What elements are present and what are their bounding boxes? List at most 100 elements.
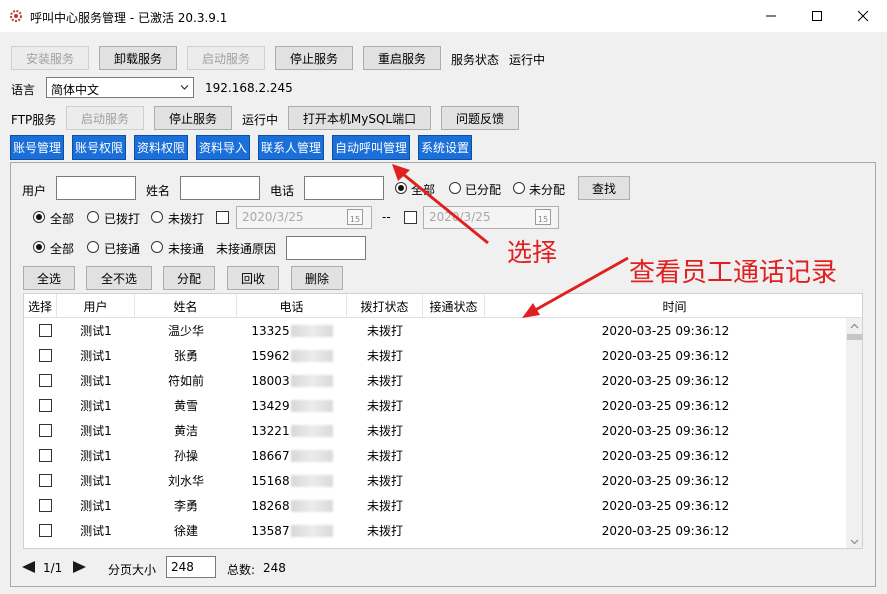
- ftp-stop-button[interactable]: 停止服务: [154, 106, 232, 130]
- cell-user: 测试1: [80, 324, 112, 338]
- search-button[interactable]: 查找: [578, 176, 630, 200]
- cell-conn-status: [423, 493, 485, 518]
- date-to-checkbox[interactable]: [404, 211, 417, 224]
- select-none-button[interactable]: 全不选: [86, 266, 152, 290]
- row-select-checkbox[interactable]: [39, 499, 52, 512]
- tab-contact-management[interactable]: 联系人管理: [258, 135, 324, 160]
- cell-conn-status: [423, 318, 485, 343]
- window-title: 呼叫中心服务管理 - 已激活 20.3.9.1: [30, 11, 228, 25]
- table-row[interactable]: 测试1 黄洁 13221 未拨打 2020-03-25 09:36:12: [24, 418, 846, 443]
- table-row[interactable]: 测试1 孙操 18667 未拨打 2020-03-25 09:36:12: [24, 443, 846, 468]
- next-page-arrow-icon[interactable]: [72, 560, 87, 574]
- select-all-button[interactable]: 全选: [23, 266, 75, 290]
- tab-data-import[interactable]: 资料导入: [196, 135, 250, 160]
- row-select-checkbox[interactable]: [39, 349, 52, 362]
- date-from-checkbox[interactable]: [216, 211, 229, 224]
- cell-dial-status: 未拨打: [366, 324, 403, 338]
- dial-dialed-label: 已拨打: [104, 212, 141, 226]
- row-select-checkbox[interactable]: [39, 474, 52, 487]
- cell-phone: 13325: [237, 318, 347, 343]
- scroll-thumb[interactable]: [847, 334, 862, 340]
- table-row[interactable]: 测试1 黄雪 13429 未拨打 2020-03-25 09:36:12: [24, 393, 846, 418]
- maximize-button[interactable]: [794, 0, 840, 32]
- close-button[interactable]: [840, 0, 886, 32]
- row-select-checkbox[interactable]: [39, 374, 52, 387]
- row-select-checkbox[interactable]: [39, 524, 52, 537]
- header-select[interactable]: 选择: [24, 294, 57, 318]
- open-mysql-port-button[interactable]: 打开本机MySQL端口: [288, 106, 431, 130]
- assign-all-radio[interactable]: [395, 182, 407, 194]
- install-service-button[interactable]: 安装服务: [11, 46, 89, 70]
- row-select-checkbox[interactable]: [39, 324, 52, 337]
- row-select-checkbox[interactable]: [39, 399, 52, 412]
- tab-auto-call-management[interactable]: 自动呼叫管理: [332, 135, 410, 160]
- language-select[interactable]: 简体中文: [46, 77, 194, 98]
- phone-filter-label: 电话: [270, 184, 295, 198]
- prev-page-arrow-icon[interactable]: [21, 560, 36, 574]
- table-row[interactable]: 测试1 符如前 18003 未拨打 2020-03-25 09:36:12: [24, 368, 846, 393]
- row-select-checkbox[interactable]: [39, 449, 52, 462]
- scroll-down-arrow-icon[interactable]: [850, 539, 859, 545]
- cell-time: 2020-03-25 09:36:12: [601, 348, 730, 363]
- uninstall-service-button[interactable]: 卸载服务: [99, 46, 177, 70]
- calendar-icon[interactable]: 15: [535, 209, 551, 225]
- cell-dial-status: 未拨打: [366, 524, 403, 538]
- tab-account-permissions[interactable]: 账号权限: [72, 135, 126, 160]
- header-name[interactable]: 姓名: [135, 294, 237, 318]
- conn-connected-radio[interactable]: [87, 241, 99, 253]
- minimize-icon: [766, 15, 776, 17]
- cell-phone-prefix: 13429: [251, 398, 290, 413]
- cell-phone: 18268: [237, 493, 347, 518]
- cell-phone: 13429: [237, 393, 347, 418]
- user-filter-input[interactable]: [56, 176, 136, 200]
- call-records-table: 选择 用户 姓名 电话 拨打状态 接通状态 时间 测试1 温少华 13325 未拨打 2…: [23, 293, 863, 549]
- cell-dial-status: 未拨打: [366, 399, 403, 413]
- phone-filter-input[interactable]: [304, 176, 384, 200]
- table-header: 选择 用户 姓名 电话 拨打状态 接通状态 时间: [24, 294, 862, 318]
- vertical-scrollbar[interactable]: [846, 318, 862, 548]
- unconnected-reason-input[interactable]: [286, 236, 366, 260]
- title-bar: 呼叫中心服务管理 - 已激活 20.3.9.1: [0, 0, 887, 32]
- page-size-input[interactable]: 248: [166, 556, 216, 578]
- ftp-start-button[interactable]: 启动服务: [66, 106, 144, 130]
- dial-undialed-radio[interactable]: [151, 211, 163, 223]
- header-time[interactable]: 时间: [485, 294, 862, 318]
- restart-service-button[interactable]: 重启服务: [363, 46, 441, 70]
- assign-assigned-radio[interactable]: [449, 182, 461, 194]
- header-conn-status[interactable]: 接通状态: [423, 294, 485, 318]
- start-service-button[interactable]: 启动服务: [187, 46, 265, 70]
- table-row[interactable]: 测试1 徐建 13587 未拨打 2020-03-25 09:36:12: [24, 518, 846, 543]
- table-row[interactable]: 测试1 温少华 13325 未拨打 2020-03-25 09:36:12: [24, 318, 846, 343]
- tab-system-settings[interactable]: 系统设置: [418, 135, 472, 160]
- recycle-button[interactable]: 回收: [227, 266, 279, 290]
- dial-dialed-radio[interactable]: [87, 211, 99, 223]
- cell-user: 测试1: [80, 499, 112, 513]
- name-filter-input[interactable]: [180, 176, 260, 200]
- assign-unassigned-radio[interactable]: [513, 182, 525, 194]
- tab-data-permissions[interactable]: 资料权限: [134, 135, 188, 160]
- dial-all-radio[interactable]: [33, 211, 45, 223]
- cell-phone-prefix: 15168: [251, 473, 290, 488]
- scroll-up-arrow-icon[interactable]: [850, 323, 859, 329]
- cell-time: 2020-03-25 09:36:12: [601, 448, 730, 463]
- tab-account-management[interactable]: 账号管理: [10, 135, 64, 160]
- header-dial-status[interactable]: 拨打状态: [347, 294, 423, 318]
- feedback-button[interactable]: 问题反馈: [441, 106, 519, 130]
- table-row[interactable]: 测试1 李勇 18268 未拨打 2020-03-25 09:36:12: [24, 493, 846, 518]
- header-phone[interactable]: 电话: [237, 294, 347, 318]
- conn-all-radio[interactable]: [33, 241, 45, 253]
- assign-button[interactable]: 分配: [163, 266, 215, 290]
- table-row[interactable]: 测试1 张勇 15962 未拨打 2020-03-25 09:36:12: [24, 343, 846, 368]
- header-user[interactable]: 用户: [57, 294, 135, 318]
- calendar-icon[interactable]: 15: [347, 209, 363, 225]
- redacted-digits: [290, 424, 333, 437]
- row-select-checkbox[interactable]: [39, 424, 52, 437]
- table-row[interactable]: 测试1 刘水华 15168 未拨打 2020-03-25 09:36:12: [24, 468, 846, 493]
- minimize-button[interactable]: [748, 0, 794, 32]
- delete-button[interactable]: 删除: [291, 266, 343, 290]
- stop-service-button[interactable]: 停止服务: [275, 46, 353, 70]
- conn-connected-label: 已接通: [104, 242, 141, 256]
- close-icon: [857, 10, 869, 22]
- conn-unconnected-radio[interactable]: [151, 241, 163, 253]
- service-status-value: 运行中: [509, 53, 546, 67]
